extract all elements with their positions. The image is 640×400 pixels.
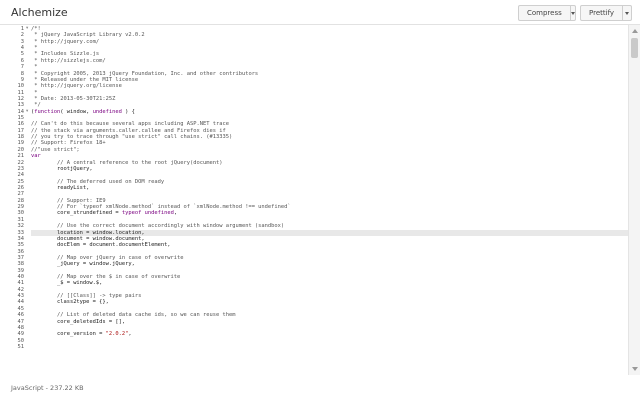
code-token: docElem = document.documentElement, xyxy=(31,242,171,249)
app-title: Alchemize xyxy=(11,6,68,19)
code-token: * http://jquery.com/ xyxy=(31,38,100,45)
code-token: // Use the correct document accordingly … xyxy=(31,223,285,230)
code-token: core_version = xyxy=(31,331,106,338)
code-line: core_strundefined = typeof undefined, xyxy=(31,210,177,216)
code-token: undefined xyxy=(92,108,122,115)
code-token: * xyxy=(31,64,38,71)
code-token: // Support: Firefox 18+ xyxy=(31,140,106,147)
code-line: rootjQuery, xyxy=(31,166,93,172)
chevron-down-icon xyxy=(625,11,630,15)
code-token: // Map over jQuery in case of overwrite xyxy=(31,254,184,261)
scroll-up-arrow-icon[interactable] xyxy=(632,29,638,33)
code-token: function xyxy=(34,108,61,115)
code-text-area[interactable]: /*! * jQuery JavaScript Library v2.0.2 *… xyxy=(31,25,628,375)
fold-arrow-icon[interactable]: ▾ xyxy=(26,26,28,32)
code-line: readyList, xyxy=(31,185,89,191)
code-token: core_strundefined = xyxy=(31,210,122,217)
code-token: * Includes Sizzle.js xyxy=(31,51,100,58)
code-line: class2type = {}, xyxy=(31,299,109,305)
fold-arrow-icon[interactable]: ▾ xyxy=(26,109,28,115)
code-line: * http://sizzlejs.com/ xyxy=(31,57,106,64)
code-line: * Date: 2013-05-30T21:25Z xyxy=(31,96,115,102)
code-editor[interactable]: 1 ▾ 2 3 4 5 6 7 8 9 10 11 12 13 14 ▾ 15 16 17 18 19 20 21 22 23 2… xyxy=(0,25,640,375)
code-token: // [[Class]] -> type pairs xyxy=(31,293,142,300)
code-token: typeof xyxy=(121,210,142,217)
code-token: * xyxy=(31,45,38,52)
code-token: rootjQuery, xyxy=(31,165,93,172)
code-token: * Released under the MIT license xyxy=(31,76,139,83)
scrollbar-thumb[interactable] xyxy=(631,38,638,58)
code-token: * xyxy=(31,89,38,96)
code-line: docElem = document.documentElement, xyxy=(31,242,171,248)
code-token: // A central reference to the root jQuer… xyxy=(31,159,223,166)
scroll-down-arrow-icon[interactable] xyxy=(632,367,638,371)
app-window: Alchemize Compress Prettify 1 ▾ 2 3 4 5 6 7 8 9 10… xyxy=(0,0,640,400)
code-token: location = window.location, xyxy=(31,229,145,236)
code-token: // the stack via arguments.caller.callee… xyxy=(31,127,226,134)
code-line: core_deletedIds = [], xyxy=(31,319,125,325)
prettify-button-group: Prettify xyxy=(580,5,632,21)
code-token: // For `typeof xmlNode.method` instead o… xyxy=(31,204,291,211)
code-token: _$ = window.$, xyxy=(31,280,103,287)
code-token: var xyxy=(31,153,41,160)
code-token: , xyxy=(173,210,178,217)
code-line: _jQuery = window.jQuery, xyxy=(31,261,135,267)
code-token: /*! xyxy=(31,26,41,32)
code-token: class2type = {}, xyxy=(31,299,109,306)
code-line: (function( window, undefined ) { xyxy=(31,109,135,115)
code-token: document = window.document, xyxy=(31,235,145,242)
code-token: _jQuery = window.jQuery, xyxy=(31,261,135,268)
code-token: // Support: IE9 xyxy=(31,197,106,204)
line-number: 51 xyxy=(17,344,25,350)
code-line: * http://jquery.org/license xyxy=(31,83,122,89)
code-token: // The deferred used on DOM ready xyxy=(31,178,165,185)
code-token: ) { xyxy=(121,108,135,115)
editor-scrollbar[interactable] xyxy=(628,25,640,375)
code-token: // Can't do this because several apps in… xyxy=(31,121,229,128)
code-token: * http://jquery.org/license xyxy=(31,83,122,90)
code-token: * jQuery JavaScript Library v2.0.2 xyxy=(31,32,145,39)
code-token: // Map over the $ in case of overwrite xyxy=(31,274,181,281)
code-token: core_deletedIds = [], xyxy=(31,318,126,325)
prettify-button[interactable]: Prettify xyxy=(581,6,622,20)
prettify-dropdown-button[interactable] xyxy=(622,6,631,20)
code-token: * Copyright 2005, 2013 jQuery Foundation… xyxy=(31,70,259,77)
code-token: undefined xyxy=(144,210,174,217)
code-token: , xyxy=(128,331,132,338)
chevron-down-icon xyxy=(570,11,575,15)
code-token: "2.0.2" xyxy=(105,331,129,338)
code-token: //"use strict"; xyxy=(31,146,80,153)
code-token: // List of deleted data cache ids, so we… xyxy=(31,312,236,319)
line-number-gutter: 1 ▾ 2 3 4 5 6 7 8 9 10 11 12 13 14 ▾ 15 16 17 18 19 20 21 22 23 2… xyxy=(0,25,31,375)
status-bar: JavaScript - 237.22 KB xyxy=(0,375,640,400)
code-token: */ xyxy=(31,102,41,109)
code-token: * http://sizzlejs.com/ xyxy=(31,57,106,64)
compress-button-group: Compress xyxy=(518,5,576,21)
compress-button[interactable]: Compress xyxy=(519,6,570,20)
header-bar: Alchemize Compress Prettify xyxy=(0,0,640,25)
code-token: * Date: 2013-05-30T21:25Z xyxy=(31,95,116,102)
status-text: JavaScript - 237.22 KB xyxy=(11,384,84,392)
code-token: // you try to trace through "use strict"… xyxy=(31,134,233,141)
code-line: _$ = window.$, xyxy=(31,280,102,286)
code-line: * http://jquery.com/ xyxy=(31,39,99,45)
code-token: readyList, xyxy=(31,185,90,191)
code-line: core_version = "2.0.2", xyxy=(31,331,132,337)
code-token: ( window, xyxy=(60,108,93,115)
compress-dropdown-button[interactable] xyxy=(569,6,575,20)
